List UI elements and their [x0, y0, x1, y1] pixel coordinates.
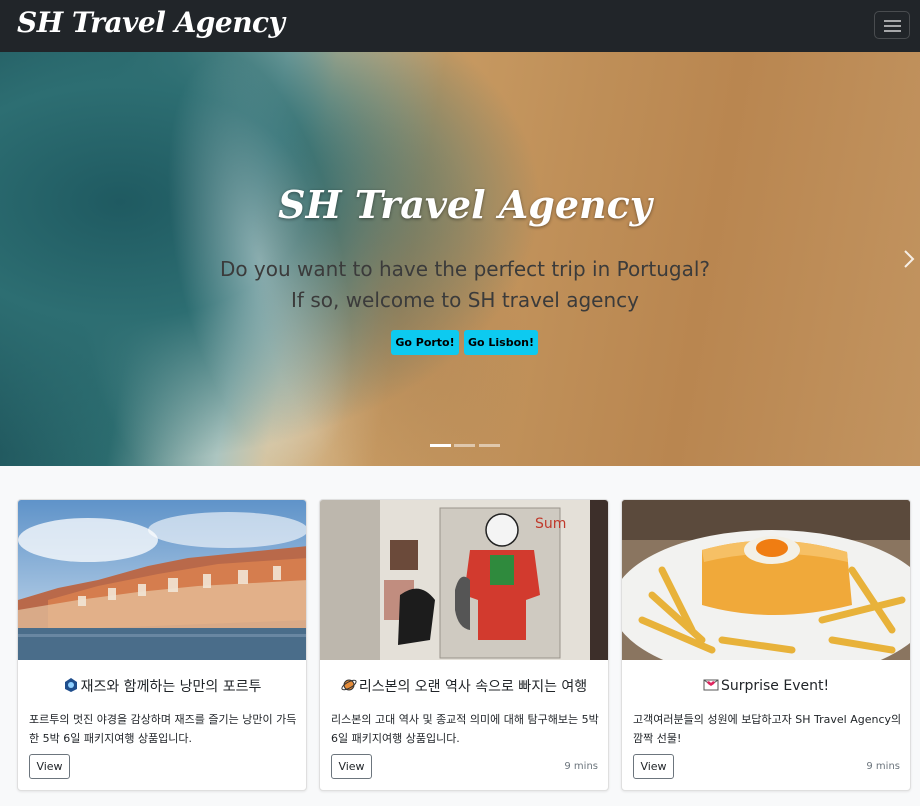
hamburger-menu-icon-bar: [884, 25, 901, 27]
envelope-heart-emoji-icon: [703, 679, 719, 691]
hamburger-menu-icon: [884, 20, 901, 22]
carousel-indicator-3[interactable]: [479, 444, 500, 447]
card-porto-title: 재즈와 함께하는 낭만의 포르투: [18, 676, 306, 696]
porto-riverside-photo: [18, 500, 306, 660]
carousel-indicator-1[interactable]: [430, 444, 451, 447]
card-event-description: 고객여러분들의 성원에 보답하고자 SH Travel Agency의 깜짝 선…: [633, 713, 902, 745]
card-porto: 재즈와 함께하는 낭만의 포르투 포르투의 멋진 야경을 감상하며 재즈를 즐기…: [17, 499, 307, 791]
card-lisbon-description: 리스본의 고대 역사 및 종교적 의미에 대해 탐구해보는 5박 6일 패키지여…: [331, 713, 599, 745]
svg-text:Sum: Sum: [535, 516, 566, 532]
card-porto-title-text: 재즈와 함께하는 낭만의 포르투: [80, 679, 262, 695]
card-event-view-button[interactable]: View: [633, 754, 674, 779]
hamburger-menu-icon-bar: [884, 30, 901, 32]
card-lisbon-time: 9 mins: [564, 761, 598, 772]
card-lisbon: Sum 리스본의 오랜 역사 속으로 빠지는 여행 리스본의 고대 역사 및 종…: [319, 499, 609, 791]
card-event-title-text: Surprise Event!: [720, 678, 830, 694]
hero-subtitle: Do you want to have the perfect trip in …: [0, 254, 920, 316]
brand-logo[interactable]: SH Travel Agency: [17, 6, 285, 39]
hero-subtitle-line-1: Do you want to have the perfect trip in …: [219, 257, 711, 281]
hero-subtitle-line-2: If so, welcome to SH travel agency: [291, 288, 639, 312]
card-event-title: Surprise Event!: [622, 676, 910, 694]
francesinha-dish-photo: [622, 500, 910, 660]
jazz-emoji-icon: [64, 678, 77, 692]
lisbon-street-art-photo: Sum: [320, 500, 608, 660]
navbar-toggler-button[interactable]: [874, 11, 910, 39]
card-porto-description: 포르투의 멋진 야경을 감상하며 재즈를 즐기는 낭만이 가득한 5박 6일 패…: [29, 713, 297, 745]
card-lisbon-title: 리스본의 오랜 역사 속으로 빠지는 여행: [320, 676, 608, 696]
card-lisbon-view-button[interactable]: View: [331, 754, 372, 779]
go-porto-button[interactable]: Go Porto!: [391, 330, 459, 355]
top-navbar: SH Travel Agency: [0, 0, 920, 52]
chevron-right-icon: [904, 250, 915, 268]
go-lisbon-button[interactable]: Go Lisbon!: [464, 330, 538, 355]
planet-emoji-icon: [341, 679, 357, 691]
carousel-indicator-2[interactable]: [454, 444, 475, 447]
card-event-time: 9 mins: [866, 761, 900, 772]
card-event: Surprise Event! 고객여러분들의 성원에 보답하고자 SH Tra…: [621, 499, 911, 791]
hero-carousel: SH Travel Agency Do you want to have the…: [0, 52, 920, 466]
card-lisbon-title-text: 리스본의 오랜 역사 속으로 빠지는 여행: [358, 679, 588, 695]
card-porto-view-button[interactable]: View: [29, 754, 70, 779]
carousel-next-button[interactable]: [902, 248, 916, 270]
hero-title: SH Travel Agency: [278, 182, 652, 227]
